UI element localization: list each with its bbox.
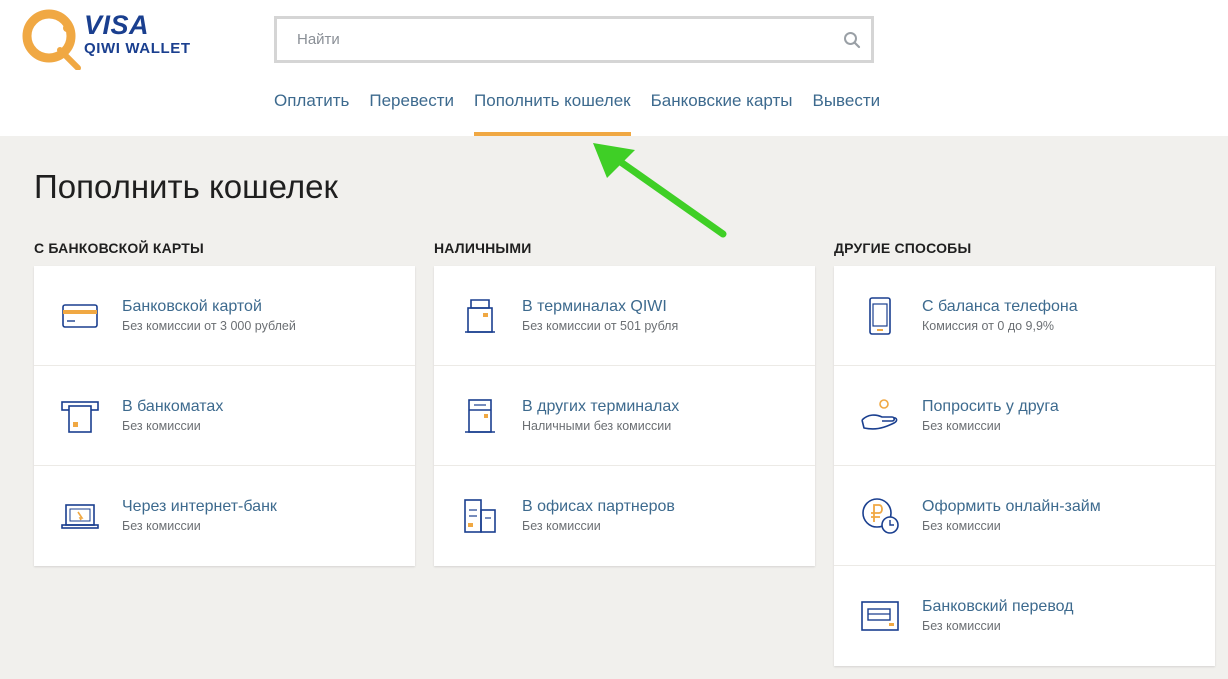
column-title: Другие способы: [834, 240, 972, 256]
option-label: Через интернет-банк: [122, 498, 277, 515]
search-input[interactable]: [277, 19, 837, 60]
bank-transfer-icon: [861, 601, 899, 631]
options-card: В терминалах QIWI Без комиссии от 501 ру…: [434, 266, 815, 566]
ruble-clock-icon: [862, 498, 899, 534]
options-card: С баланса телефона Комиссия от 0 до 9,9%…: [834, 266, 1215, 666]
option-sub: Комиссия от 0 до 9,9%: [922, 319, 1055, 333]
option-sub: Без комиссии: [922, 419, 1001, 433]
nav-item-withdraw[interactable]: Вывести: [812, 82, 880, 136]
terminal-icon: [465, 299, 495, 333]
column-title: Наличными: [434, 240, 532, 256]
options-card: Банковской картой Без комиссии от 3 000 …: [34, 266, 415, 566]
option-online-loan[interactable]: Оформить онлайн-займ Без комиссии: [834, 466, 1215, 566]
nav-item-transfer[interactable]: Перевести: [369, 82, 454, 136]
option-phone-balance[interactable]: С баланса телефона Комиссия от 0 до 9,9%: [834, 266, 1215, 366]
office-icon: [464, 499, 496, 533]
logo-wallet-text: QIWI WALLET: [84, 40, 191, 57]
nav-item-bank-cards[interactable]: Банковские карты: [651, 82, 793, 136]
option-sub: Без комиссии: [922, 619, 1001, 633]
option-label: В терминалах QIWI: [522, 298, 667, 315]
hand-coin-icon: [861, 399, 898, 430]
option-atm[interactable]: В банкоматах Без комиссии: [34, 366, 415, 466]
page-title: Пополнить кошелек: [34, 168, 338, 205]
qiwi-logo[interactable]: VISA QIWI WALLET: [22, 8, 192, 70]
header: VISA QIWI WALLET Оплатить Перевести Попо…: [0, 0, 1228, 136]
option-qiwi-terminal[interactable]: В терминалах QIWI Без комиссии от 501 ру…: [434, 266, 815, 366]
column-cash: Наличными В терминалах QIWI Без комиссии…: [434, 240, 815, 566]
qiwi-logo-icon: [22, 9, 81, 70]
option-sub: Без комиссии от 501 рубля: [522, 319, 679, 333]
option-bank-transfer[interactable]: Банковский перевод Без комиссии: [834, 566, 1215, 666]
search-icon[interactable]: [843, 31, 861, 49]
option-label: Попросить у друга: [922, 398, 1059, 415]
phone-icon: [869, 297, 891, 335]
option-partner-offices[interactable]: В офисах партнеров Без комиссии: [434, 466, 815, 566]
option-sub: Без комиссии: [122, 419, 201, 433]
nav-item-topup[interactable]: Пополнить кошелек: [474, 82, 631, 136]
option-ask-friend[interactable]: Попросить у друга Без комиссии: [834, 366, 1215, 466]
main-nav: Оплатить Перевести Пополнить кошелек Бан…: [274, 82, 900, 136]
option-sub: Без комиссии: [522, 519, 601, 533]
column-bank-card: С банковской карты Банковской картой Без…: [34, 240, 415, 566]
option-label: В банкоматах: [122, 398, 224, 415]
green-arrow-annotation: [593, 143, 727, 238]
search-box: [274, 16, 874, 63]
nav-item-pay[interactable]: Оплатить: [274, 82, 349, 136]
laptop-icon: [61, 504, 99, 529]
option-label: С баланса телефона: [922, 298, 1078, 315]
option-label: В других терминалах: [522, 398, 680, 415]
option-other-terminals[interactable]: В других терминалах Наличными без комисс…: [434, 366, 815, 466]
logo-visa-text: VISA: [84, 10, 150, 40]
option-bank-card[interactable]: Банковской картой Без комиссии от 3 000 …: [34, 266, 415, 366]
column-title: С банковской карты: [34, 240, 204, 256]
option-sub: Без комиссии от 3 000 рублей: [122, 319, 296, 333]
option-sub: Без комиссии: [122, 519, 201, 533]
option-label: Оформить онлайн-займ: [922, 498, 1101, 515]
option-label: Банковский перевод: [922, 598, 1074, 615]
option-label: Банковской картой: [122, 298, 262, 315]
option-internet-bank[interactable]: Через интернет-банк Без комиссии: [34, 466, 415, 566]
option-sub: Без комиссии: [922, 519, 1001, 533]
option-sub: Наличными без комиссии: [522, 419, 672, 433]
column-other: Другие способы С баланса телефона Комисс…: [834, 240, 1215, 666]
bank-card-icon: [62, 304, 98, 328]
atm-icon: [61, 401, 99, 433]
other-terminal-icon: [465, 399, 495, 433]
option-label: В офисах партнеров: [522, 498, 675, 515]
